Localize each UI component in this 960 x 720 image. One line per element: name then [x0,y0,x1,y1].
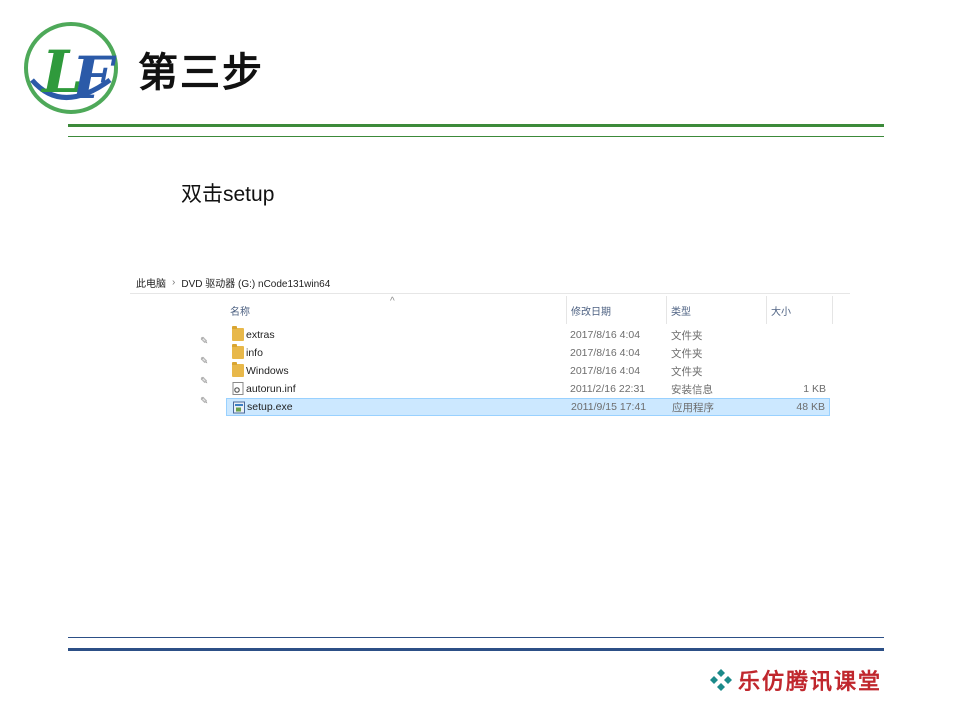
file-row-autorun[interactable]: autorun.inf 2011/2/16 22:31 安装信息 1 KB [226,380,830,398]
file-name: Windows [246,365,289,377]
file-name: setup.exe [247,401,293,413]
file-size: 48 KB [796,401,825,413]
folder-icon [232,326,244,341]
column-divider[interactable] [666,296,667,324]
file-modified: 2011/2/16 22:31 [570,383,646,395]
file-row-windows[interactable]: Windows 2017/8/16 4:04 文件夹 [226,362,830,380]
breadcrumb-dvd-drive[interactable]: DVD 驱动器 (G:) nCode131win64 [181,275,330,290]
file-type: 应用程序 [672,401,714,414]
slide-title: 第三步 [138,50,264,96]
pin-icon[interactable]: ✎ [200,356,208,367]
file-type: 文件夹 [671,347,703,360]
file-type: 文件夹 [671,329,703,342]
footer-brand-text: 乐仿腾讯课堂 [738,669,883,695]
file-explorer: 此电脑 › DVD 驱动器 (G:) nCode131win64 ^ 名称 修改… [130,270,852,420]
column-header-name[interactable]: 名称 [230,298,568,322]
pin-icon[interactable]: ✎ [200,376,208,387]
file-modified: 2011/9/15 17:41 [571,401,647,413]
column-divider[interactable] [566,296,567,324]
file-type: 文件夹 [671,365,703,378]
file-row-setup[interactable]: setup.exe 2011/9/15 17:41 应用程序 48 KB [226,398,830,416]
header-rule-thin [68,136,884,137]
column-divider[interactable] [766,296,767,324]
file-modified: 2017/8/16 4:04 [570,347,641,359]
settings-file-icon [232,382,244,395]
folder-icon [232,344,244,359]
lf-logo: L F [24,22,118,114]
breadcrumb-this-pc[interactable]: 此电脑 [136,275,166,290]
file-modified: 2017/8/16 4:04 [570,365,641,377]
footer-rule-thick [68,648,884,651]
footer-brand: 乐仿腾讯课堂 [708,664,882,696]
column-header-modified[interactable]: 修改日期 [571,298,666,322]
exe-icon [233,401,245,414]
file-name: autorun.inf [246,383,296,395]
file-row-info[interactable]: info 2017/8/16 4:04 文件夹 [226,344,830,362]
instruction-text: 双击setup [181,183,275,206]
file-size: 1 KB [803,383,826,395]
chevron-right-icon: › [172,277,176,288]
pin-icon[interactable]: ✎ [200,336,208,347]
column-header-type[interactable]: 类型 [671,298,766,322]
file-row-extras[interactable]: extras 2017/8/16 4:04 文件夹 [226,326,830,344]
diamonds-icon [710,669,732,691]
svg-text:F: F [70,44,117,112]
file-name: extras [246,329,275,341]
pin-icon[interactable]: ✎ [200,396,208,407]
column-header-size[interactable]: 大小 [771,298,833,322]
header-rule-thick [68,124,884,127]
footer-rule-thin [68,637,884,638]
file-name: info [246,347,263,359]
breadcrumb[interactable]: 此电脑 › DVD 驱动器 (G:) nCode131win64 [130,272,850,294]
folder-icon [232,362,244,377]
column-divider[interactable] [832,296,833,324]
file-type: 安装信息 [671,383,713,396]
file-modified: 2017/8/16 4:04 [570,329,641,341]
